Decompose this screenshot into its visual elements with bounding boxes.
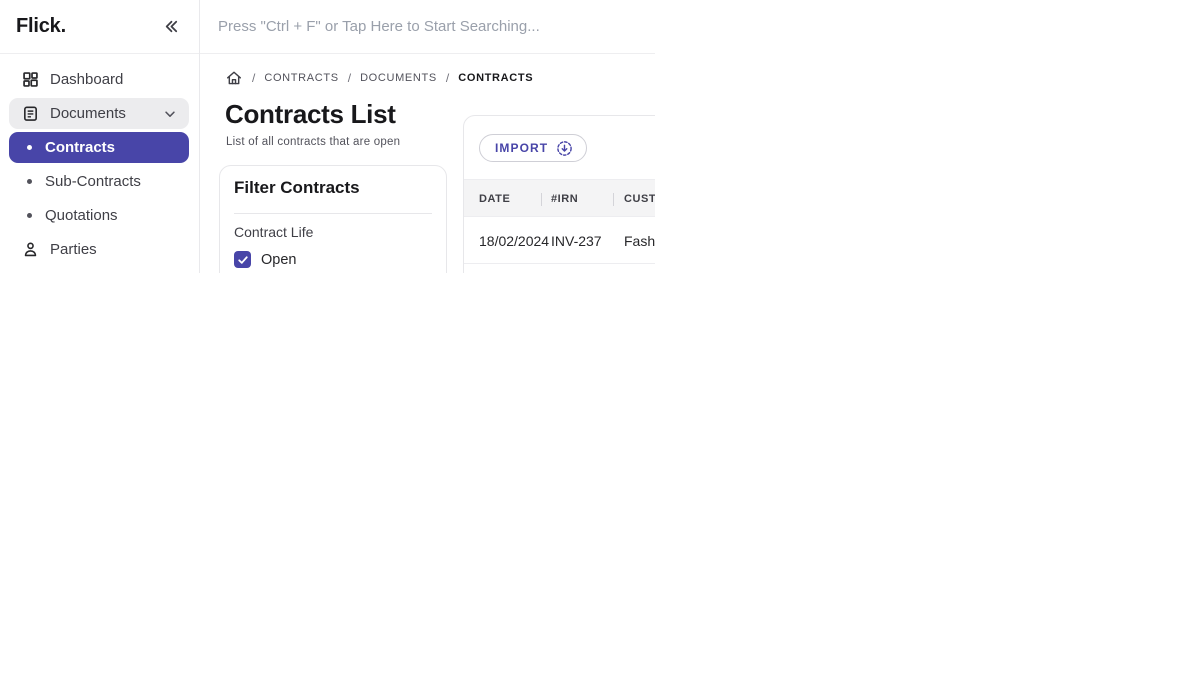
sidebar-item-documents[interactable]: Documents bbox=[9, 98, 189, 129]
column-divider bbox=[613, 193, 614, 206]
sidebar-item-parties[interactable]: Parties bbox=[9, 234, 189, 265]
filter-panel-title: Filter Contracts bbox=[234, 178, 360, 197]
filter-option-label: Open bbox=[261, 251, 297, 268]
main-content: / CONTRACTS / DOCUMENTS / CONTRACTS Cont… bbox=[199, 54, 655, 273]
person-icon bbox=[22, 241, 39, 258]
import-button-label: IMPORT bbox=[495, 141, 549, 155]
checkmark-icon bbox=[237, 254, 249, 266]
page-title: Contracts List bbox=[225, 99, 396, 129]
document-icon bbox=[22, 105, 39, 122]
column-header-irn: #IRN bbox=[551, 193, 579, 205]
bullet-dot-icon bbox=[27, 145, 32, 150]
breadcrumb-separator: / bbox=[445, 71, 450, 85]
sidebar-item-quotations[interactable]: Quotations bbox=[9, 200, 189, 231]
search-input[interactable] bbox=[218, 18, 648, 35]
sidebar-header: Flick. bbox=[0, 0, 199, 54]
dashboard-grid-icon bbox=[22, 71, 39, 88]
sidebar-item-label: Dashboard bbox=[50, 71, 124, 88]
sidebar-item-sub-contracts[interactable]: Sub-Contracts bbox=[9, 166, 189, 197]
import-button[interactable]: IMPORT bbox=[479, 134, 588, 162]
filter-group-label: Contract Life bbox=[234, 224, 314, 240]
download-icon bbox=[556, 140, 573, 157]
cell-customer: Fashion bbox=[624, 232, 655, 249]
sidebar-item-label: Sub-Contracts bbox=[45, 173, 141, 190]
sidebar-item-dashboard[interactable]: Dashboard bbox=[9, 64, 189, 95]
breadcrumb: / CONTRACTS / DOCUMENTS / CONTRACTS bbox=[225, 69, 533, 87]
breadcrumb-separator: / bbox=[347, 71, 352, 85]
sidebar-collapse-button[interactable] bbox=[159, 15, 182, 38]
sidebar-item-label: Quotations bbox=[45, 207, 118, 224]
rendered-content-region: Flick. Dashboard Documents Contracts Sub… bbox=[0, 0, 655, 273]
sidebar-nav: Dashboard Documents Contracts Sub-Contra… bbox=[0, 54, 198, 265]
app-canvas: Flick. Dashboard Documents Contracts Sub… bbox=[0, 0, 1200, 678]
divider bbox=[234, 213, 432, 214]
sidebar-item-contracts[interactable]: Contracts bbox=[9, 132, 189, 163]
breadcrumb-item-documents[interactable]: DOCUMENTS bbox=[360, 72, 437, 84]
brand-logo: Flick. bbox=[16, 15, 66, 37]
filter-panel: Filter Contracts Contract Life Open bbox=[219, 165, 447, 273]
breadcrumb-item-contracts[interactable]: CONTRACTS bbox=[264, 72, 338, 84]
table-header-row: DATE #IRN CUSTOMER bbox=[464, 179, 655, 217]
breadcrumb-separator: / bbox=[252, 71, 256, 85]
column-divider bbox=[541, 193, 542, 206]
bullet-dot-icon bbox=[27, 213, 32, 218]
column-header-date: DATE bbox=[479, 193, 511, 205]
page-subtitle: List of all contracts that are open bbox=[226, 136, 401, 148]
contracts-table-card: IMPORT DATE #IRN CUSTOMER bbox=[463, 115, 655, 273]
sidebar-item-label: Documents bbox=[50, 105, 126, 122]
sidebar-item-label: Parties bbox=[50, 241, 97, 258]
bullet-dot-icon bbox=[27, 179, 32, 184]
home-icon[interactable] bbox=[225, 69, 243, 87]
open-checkbox[interactable] bbox=[234, 251, 251, 268]
double-chevron-left-icon bbox=[161, 17, 180, 36]
breadcrumb-item-current: CONTRACTS bbox=[458, 72, 534, 84]
filter-option-open[interactable]: Open bbox=[234, 251, 432, 268]
column-header-customer: CUSTOMER bbox=[624, 193, 655, 205]
cell-irn: INV-237 bbox=[551, 232, 602, 249]
chevron-down-icon bbox=[163, 107, 177, 121]
top-search-bar[interactable] bbox=[200, 0, 655, 54]
sidebar-item-label: Contracts bbox=[45, 139, 116, 156]
sidebar: Flick. Dashboard Documents Contracts Sub… bbox=[0, 0, 200, 273]
cell-date: 18/02/2024 bbox=[479, 232, 550, 249]
table-row[interactable]: 18/02/2024 INV-237 Fashion bbox=[464, 217, 655, 264]
